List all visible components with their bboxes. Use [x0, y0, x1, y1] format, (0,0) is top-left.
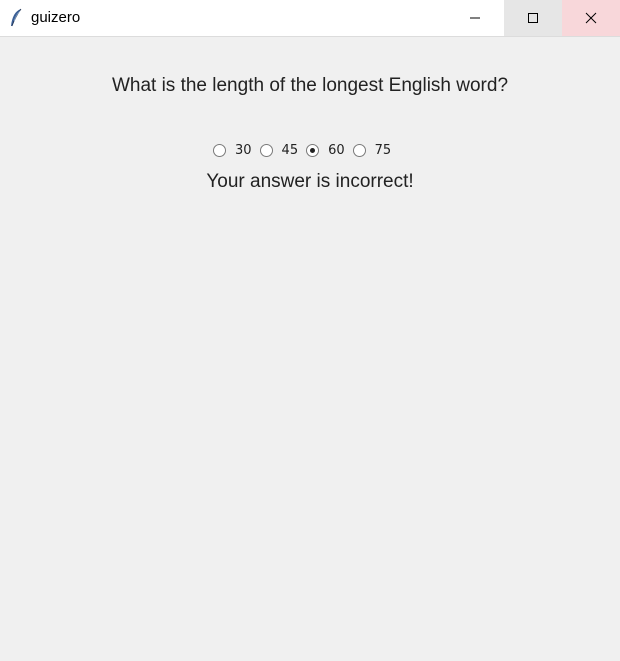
close-icon: [585, 12, 597, 24]
option-60[interactable]: 60: [306, 141, 345, 159]
radio-button[interactable]: [306, 143, 320, 157]
window-title: guizero: [31, 9, 81, 26]
result-message: Your answer is incorrect!: [206, 171, 414, 192]
question-text: What is the length of the longest Englis…: [111, 75, 509, 96]
option-label: 30: [235, 142, 252, 158]
option-45[interactable]: 45: [259, 141, 299, 159]
minimize-icon: [470, 17, 480, 19]
option-75[interactable]: 75: [352, 141, 392, 159]
radio-button[interactable]: [213, 143, 226, 157]
radio-button[interactable]: [259, 143, 273, 157]
feather-icon: [11, 8, 22, 27]
maximize-icon: [528, 13, 538, 23]
close-button[interactable]: [562, 0, 620, 36]
option-label: 60: [328, 142, 345, 158]
option-label: 75: [374, 142, 392, 158]
answer-radio-group: 30 45 60 75: [213, 141, 399, 159]
minimize-button[interactable]: [446, 0, 504, 36]
option-30[interactable]: 30: [213, 141, 252, 159]
maximize-button[interactable]: [504, 0, 562, 36]
option-label: 45: [281, 142, 299, 158]
radio-button[interactable]: [352, 143, 366, 157]
title-bar: guizero: [0, 0, 620, 37]
